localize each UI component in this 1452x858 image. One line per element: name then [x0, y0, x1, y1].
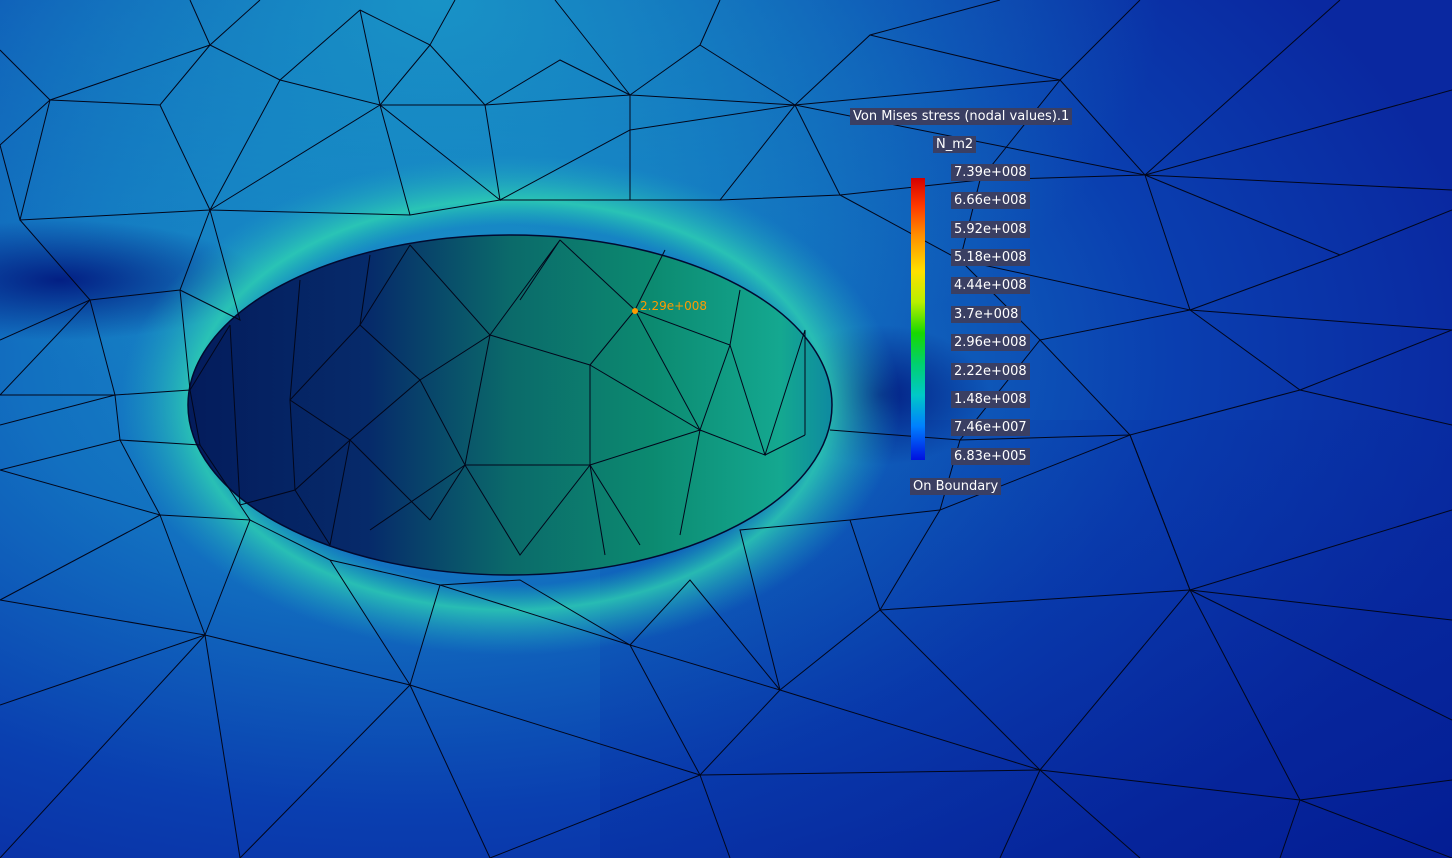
legend-tick: 6.83e+005: [951, 448, 1030, 465]
legend-tick: 6.66e+008: [951, 192, 1030, 209]
fea-mesh-viewport[interactable]: [0, 0, 1452, 858]
legend-tick: 7.39e+008: [951, 164, 1030, 181]
legend-boundary-label: On Boundary: [910, 478, 1002, 495]
probe-marker-icon[interactable]: [632, 308, 638, 314]
legend-tick: 2.22e+008: [951, 363, 1030, 380]
legend-tick: 2.96e+008: [951, 334, 1030, 351]
legend-tick: 4.44e+008: [951, 277, 1030, 294]
hole-surface[interactable]: [188, 235, 832, 575]
legend-tick: 5.18e+008: [951, 249, 1030, 266]
legend-tick: 1.48e+008: [951, 391, 1030, 408]
legend-tick: 3.7e+008: [951, 306, 1022, 323]
legend-tick: 7.46e+007: [951, 419, 1030, 436]
legend-colorbar: [911, 178, 925, 460]
probe-value-label: 2.29e+008: [640, 299, 708, 313]
legend-tick: 5.92e+008: [951, 221, 1030, 238]
legend-title: Von Mises stress (nodal values).1: [850, 108, 1073, 125]
legend-unit: N_m2: [933, 136, 977, 153]
